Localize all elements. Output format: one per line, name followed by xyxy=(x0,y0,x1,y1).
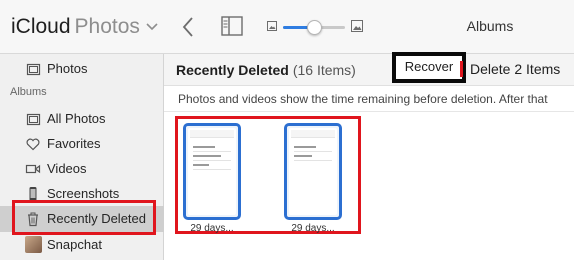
section-title: Recently Deleted (16 Items) xyxy=(176,62,356,78)
photo-preview xyxy=(289,128,337,215)
sidebar-item-favorites[interactable]: Favorites xyxy=(0,132,164,156)
sidebar-item-photos[interactable]: Photos xyxy=(0,57,164,81)
photo-tile[interactable] xyxy=(284,123,342,220)
preview-line xyxy=(294,155,312,157)
recover-button[interactable]: Recover xyxy=(392,52,466,83)
sidebar-item-label: All Photos xyxy=(47,111,106,126)
heart-icon xyxy=(26,138,40,151)
preview-line xyxy=(294,146,316,148)
preview-header xyxy=(291,130,335,138)
back-arrow-icon[interactable] xyxy=(180,14,196,40)
section-item-count: (16 Items) xyxy=(292,62,356,78)
top-toolbar: iCloud Photos Albums xyxy=(0,0,574,54)
video-camera-icon xyxy=(25,164,41,174)
photo-caption: 29 days... xyxy=(291,223,335,234)
preview-divider xyxy=(294,160,332,161)
info-banner: Photos and videos show the time remainin… xyxy=(164,86,574,112)
brand-secondary: Photos xyxy=(74,15,140,38)
zoom-slider[interactable] xyxy=(283,17,345,37)
section-header-bar: Recently Deleted (16 Items) Recover Delet… xyxy=(164,52,574,86)
photo-tile[interactable] xyxy=(183,123,241,220)
sidebar-item-label: Favorites xyxy=(47,136,101,151)
small-photo-icon xyxy=(267,21,277,31)
delete-items-button[interactable]: Delete 2 Items xyxy=(470,61,560,77)
sidebar-item-videos[interactable]: Videos xyxy=(0,157,164,181)
preview-divider xyxy=(193,151,231,152)
photos-icon xyxy=(26,63,41,76)
large-photo-icon xyxy=(351,20,363,32)
section-title-text: Recently Deleted xyxy=(176,62,289,78)
preview-line xyxy=(193,155,221,157)
highlight-selected-photos: 29 days... 29 days... xyxy=(175,116,361,234)
photo-preview xyxy=(188,128,236,215)
chevron-down-icon[interactable] xyxy=(144,14,160,40)
preview-divider xyxy=(193,160,231,161)
sidebar-toggle-icon[interactable] xyxy=(221,15,243,37)
preview-line xyxy=(193,164,209,166)
app-brand[interactable]: iCloud Photos xyxy=(11,14,158,40)
album-thumbnail xyxy=(25,236,42,253)
sidebar-item-label: Photos xyxy=(47,61,88,76)
photo-caption: 29 days... xyxy=(190,223,234,234)
brand-primary: iCloud xyxy=(11,15,71,38)
info-text: Photos and videos show the time remainin… xyxy=(178,92,548,106)
preview-divider xyxy=(193,169,231,170)
sidebar-item-label: Videos xyxy=(47,161,87,176)
preview-divider xyxy=(294,151,332,152)
main-content: Recently Deleted (16 Items) Recover Delet… xyxy=(164,52,574,260)
sidebar-item-snapchat[interactable]: Snapchat xyxy=(0,233,164,257)
toolbar-title: Albums xyxy=(466,18,514,34)
preview-line xyxy=(193,146,215,148)
all-photos-icon xyxy=(26,113,41,126)
slider-knob[interactable] xyxy=(307,20,322,35)
sidebar-item-label: Snapchat xyxy=(47,237,102,252)
sidebar-item-all-photos[interactable]: All Photos xyxy=(0,107,164,131)
highlight-recently-deleted xyxy=(12,200,156,235)
highlight-recover-mark xyxy=(460,61,463,77)
sidebar: Photos Albums All Photos Favorites Video… xyxy=(0,54,164,260)
preview-header xyxy=(190,130,234,138)
albums-header: Albums xyxy=(10,86,47,98)
